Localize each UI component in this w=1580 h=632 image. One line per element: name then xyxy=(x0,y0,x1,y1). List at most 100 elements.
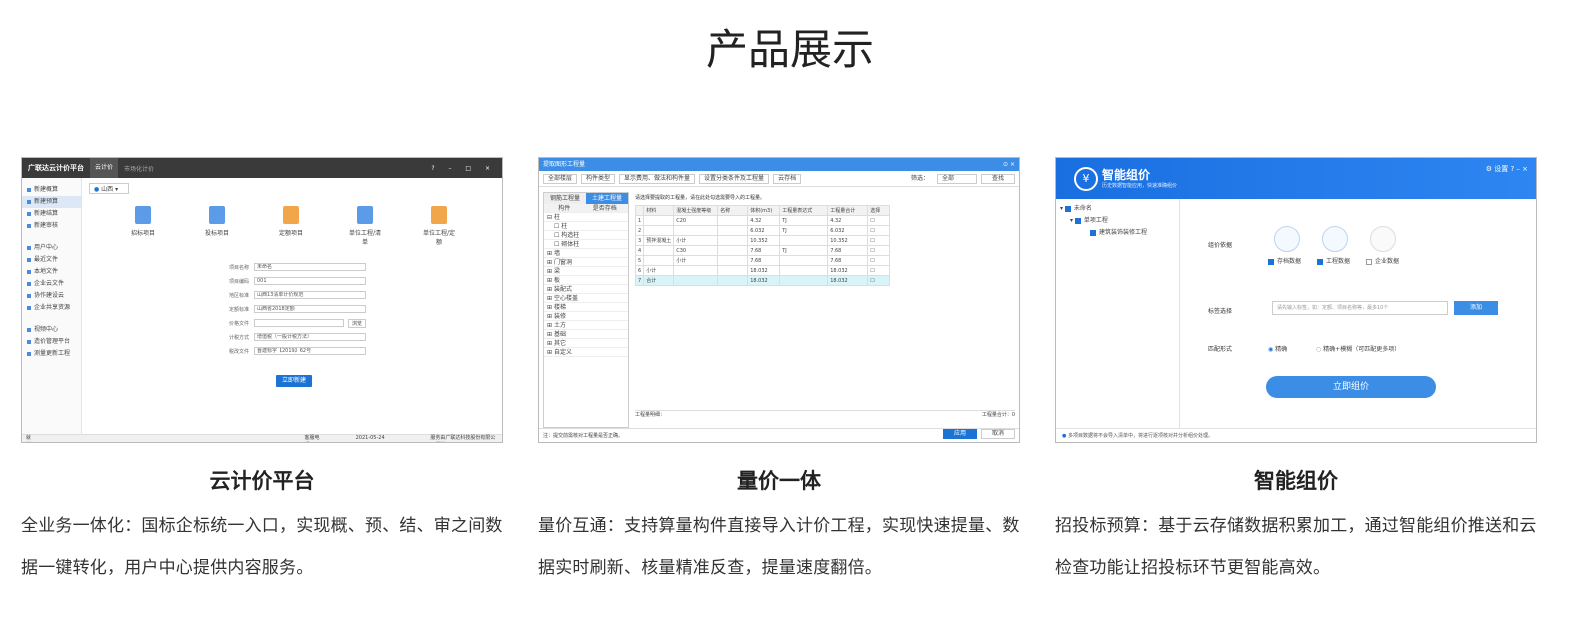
component-type-select[interactable]: 构件类型 xyxy=(581,173,616,184)
sidebar-item[interactable]: 新建结算 xyxy=(22,208,81,220)
sidebar-item[interactable]: 协作建设云 xyxy=(22,290,81,302)
add-tag-button[interactable]: 添加 xyxy=(1454,301,1498,315)
project-name-field[interactable]: 未命名 xyxy=(254,263,366,271)
table-cell xyxy=(717,225,749,236)
start-pricing-button[interactable]: 立即组价 xyxy=(1266,376,1436,398)
table-row[interactable]: 1 C20 4.32 TJ 4.32 ☐ xyxy=(634,215,891,226)
tree-item[interactable]: ⊞ 自定义 xyxy=(544,348,628,357)
window-controls[interactable]: ⚙ 设置 ? – × xyxy=(1486,164,1528,174)
apply-button[interactable]: 应用 xyxy=(943,429,977,439)
project-type-unit-quota[interactable]: 单位工程/定额 xyxy=(420,200,458,246)
select-checkbox[interactable]: ☐ xyxy=(867,255,891,266)
region-standard-select[interactable]: 山西13清单计价规范 xyxy=(254,291,366,299)
tree-node[interactable]: ▾ 未命名 xyxy=(1056,203,1179,215)
project-type-tender[interactable]: 招标项目 xyxy=(124,200,162,246)
table-row[interactable]: 3 预拌混凝土 小计 10.352 10.352 ☐ xyxy=(634,235,891,246)
classify-button[interactable]: 设置分类条件及工程量 xyxy=(699,173,770,184)
tab-market-pricing[interactable]: 市场化计价 xyxy=(124,164,154,173)
tax-file-select[interactable]: 晋建标字【2019】62号 xyxy=(254,347,366,355)
tree-item[interactable]: ⊞ 墙 xyxy=(544,249,628,258)
quota-standard-select[interactable]: 山西省2018定额 xyxy=(254,305,366,313)
sidebar-item[interactable]: 本地文件 xyxy=(22,266,81,278)
select-checkbox[interactable]: ☐ xyxy=(867,275,891,286)
select-checkbox[interactable]: ☐ xyxy=(867,245,891,256)
sidebar-item[interactable]: 新建概算 xyxy=(22,184,81,196)
source-project-checkbox[interactable]: 工程数据 xyxy=(1317,256,1350,265)
table-cell: 4 xyxy=(634,245,645,256)
tab-civil[interactable]: 土建工程量 xyxy=(586,193,628,204)
sidebar-item[interactable]: 企业云文件 xyxy=(22,278,81,290)
select-checkbox[interactable]: ☐ xyxy=(867,265,891,276)
sidebar-item[interactable]: 用户中心 xyxy=(22,242,81,254)
tree-item[interactable]: ⊟ 柱 xyxy=(544,213,628,222)
city-select[interactable]: ● 山西 ▾ xyxy=(89,183,130,194)
tree-item[interactable]: ⊞ 楼梯 xyxy=(544,303,628,312)
cancel-button[interactable]: 取消 xyxy=(981,429,1015,439)
info-icon: ● xyxy=(1062,433,1067,439)
sidebar-item[interactable]: 新建审核 xyxy=(22,220,81,232)
price-file-field[interactable] xyxy=(254,319,344,327)
show-cost-checkbox[interactable]: 显示费用、做法和构件量 xyxy=(619,173,696,184)
tree-item[interactable]: ⊞ 装修 xyxy=(544,312,628,321)
table-cell: 10.352 xyxy=(827,235,869,246)
archive-data-icon[interactable] xyxy=(1274,226,1300,252)
tax-method-select[interactable]: 增值税（一般计税方法） xyxy=(254,333,366,341)
project-type-quota[interactable]: 定额项目 xyxy=(272,200,310,246)
tree-item[interactable]: ⊞ 板 xyxy=(544,276,628,285)
floor-select[interactable]: 全部楼层 xyxy=(543,173,578,184)
tree-item[interactable]: ☐ 柱 xyxy=(544,222,628,231)
project-code-field[interactable]: 001 xyxy=(254,277,366,285)
table-cell: 混凝土强度等级 xyxy=(673,205,719,216)
table-row[interactable]: 7 合计 18.032 18.032 ☐ xyxy=(634,275,891,286)
browse-button[interactable]: 浏览 xyxy=(348,318,367,328)
instruction-note: 请选择要提取的工程量，请在此处勾选需要导入的工程量。 xyxy=(635,195,766,201)
enterprise-data-icon[interactable] xyxy=(1370,226,1396,252)
sidebar-item[interactable]: 最近文件 xyxy=(22,254,81,266)
tree-item[interactable]: ⊞ 其它 xyxy=(544,339,628,348)
table-row[interactable]: 5 小计 7.68 7.68 ☐ xyxy=(634,255,891,266)
checkbox-icon[interactable] xyxy=(1074,217,1081,224)
tree-item[interactable]: ⊞ 基础 xyxy=(544,330,628,339)
source-enterprise-checkbox[interactable]: 企业数据 xyxy=(1366,256,1399,265)
tree-node[interactable]: ▾ 单项工程 xyxy=(1056,215,1179,227)
mode-fuzzy-radio[interactable]: ○ 精确+模糊（可匹配更多项） xyxy=(1316,344,1400,353)
table-cell: 小计 xyxy=(673,235,719,246)
tag-input[interactable]: 请先输入标签，如：定额、项目名称等，最多10个 xyxy=(1272,301,1448,315)
tree-item[interactable]: ☐ 砌体柱 xyxy=(544,240,628,249)
select-checkbox[interactable]: ☐ xyxy=(867,215,891,226)
table-row[interactable]: 6 小计 18.032 18.032 ☐ xyxy=(634,265,891,276)
tab-rebar[interactable]: 钢筋工程量 xyxy=(544,193,586,204)
tree-item[interactable]: ⊞ 装配式 xyxy=(544,285,628,294)
table-row[interactable]: 2 6.032 TJ 6.032 ☐ xyxy=(634,225,891,236)
table-cell: 选择 xyxy=(867,205,891,216)
tree-node[interactable]: 建筑装饰装修工程 xyxy=(1056,227,1179,239)
table-row[interactable]: 4 C30 7.68 TJ 7.68 ☐ xyxy=(634,245,891,256)
project-type-unit-list[interactable]: 单位工程/清单 xyxy=(346,200,384,246)
search-button[interactable]: 查找 xyxy=(981,173,1015,184)
project-data-icon[interactable] xyxy=(1322,226,1348,252)
tree-item[interactable]: ⊞ 梁 xyxy=(544,267,628,276)
sidebar-item[interactable]: 视频中心 xyxy=(22,324,81,336)
select-checkbox[interactable]: ☐ xyxy=(867,225,891,236)
tree-item[interactable]: ☐ 构造柱 xyxy=(544,231,628,240)
close-icon[interactable]: ⊙ × xyxy=(1003,158,1015,171)
create-now-button[interactable]: 立即新建 xyxy=(276,375,312,387)
mode-exact-radio[interactable]: ◉ 精确 xyxy=(1268,344,1287,353)
sidebar-item[interactable]: 测量更新工程 xyxy=(22,348,81,360)
checkbox-icon[interactable] xyxy=(1090,229,1096,236)
select-checkbox[interactable]: ☐ xyxy=(867,235,891,246)
tree-item[interactable]: ⊞ 门窗洞 xyxy=(544,258,628,267)
cloud-archive-button[interactable]: 云存档 xyxy=(773,173,802,184)
window-controls[interactable]: ? – □ × xyxy=(431,165,496,172)
checkbox-icon[interactable] xyxy=(1064,205,1071,212)
grid-header-row: 材料 混凝土强度等级 名称 体积(m3) 工程量表达式 工程量合计 选择 xyxy=(634,205,891,216)
filter-select[interactable]: 全部 xyxy=(937,173,977,184)
sidebar-item[interactable]: 新建预算 xyxy=(22,196,81,208)
tab-cloud-pricing[interactable]: 云计价 xyxy=(90,158,119,178)
sidebar-item[interactable]: 造价管理平台 xyxy=(22,336,81,348)
sidebar-item[interactable]: 企业共享资源 xyxy=(22,302,81,314)
tree-item[interactable]: ⊞ 空心楼盖 xyxy=(544,294,628,303)
project-type-bid[interactable]: 投标项目 xyxy=(198,200,236,246)
tree-item[interactable]: ⊞ 土方 xyxy=(544,321,628,330)
source-archive-checkbox[interactable]: 存档数据 xyxy=(1268,256,1301,265)
